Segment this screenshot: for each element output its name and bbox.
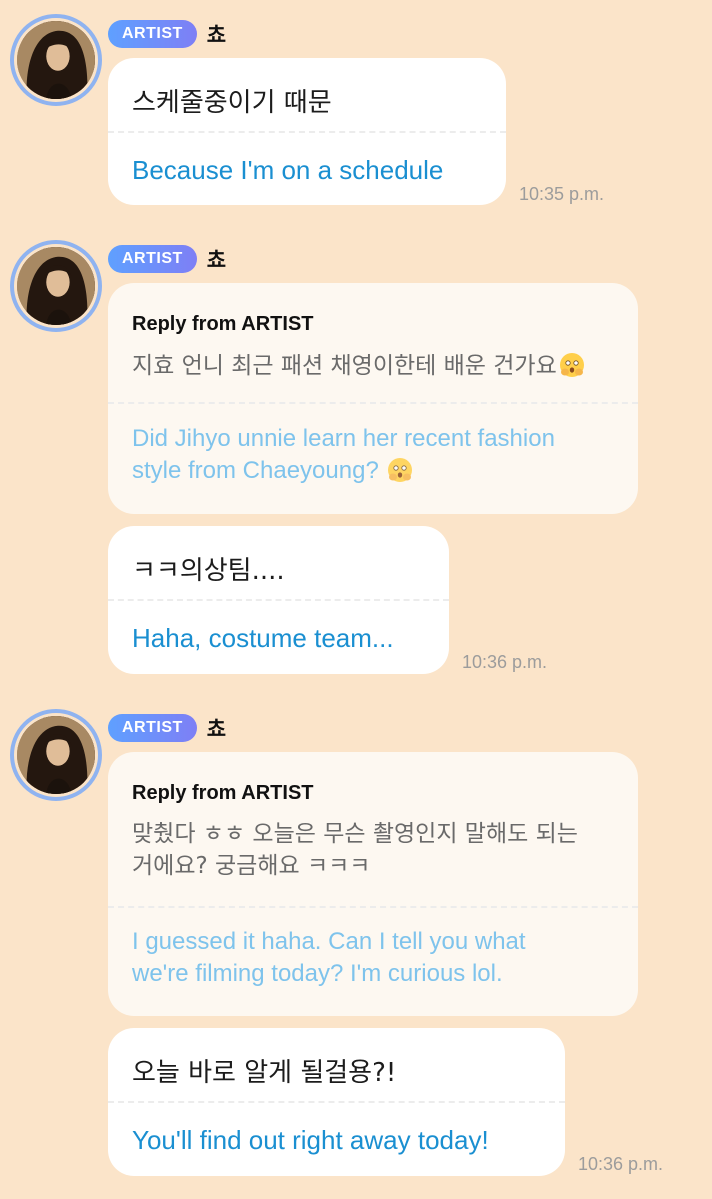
message-timestamp: 10:36 p.m.: [462, 652, 548, 672]
sender-name: 쵸: [206, 717, 227, 741]
message-bubble[interactable]: 오늘 바로 알게 될걸용?! You'll find out right awa…: [108, 1028, 565, 1176]
artist-badge: ARTIST: [108, 20, 197, 48]
message-translation-text: Because I'm on a schedule: [132, 155, 444, 185]
message-translation-text: You'll find out right away today!: [132, 1125, 489, 1155]
reply-translation-line: style from Chaeyoung?: [132, 455, 555, 487]
translation-divider: [108, 906, 638, 908]
message-bubble[interactable]: 스케줄중이기 때문 Because I'm on a schedule: [108, 58, 506, 205]
message-original-text: ㅋㅋ의상팀....: [132, 556, 285, 586]
reply-translation-line: I guessed it haha. Can I tell you what: [132, 928, 526, 955]
translation-divider: [108, 131, 506, 133]
portrait-image: [17, 716, 95, 794]
reply-original-line: 맞췄다 ㅎㅎ 오늘은 무슨 촬영인지 말해도 되는: [132, 821, 578, 847]
message-timestamp: 10:36 p.m.: [578, 1154, 664, 1174]
portrait-image: [17, 247, 95, 325]
reply-translation-line: Did Jihyo unnie learn her recent fashion: [132, 425, 555, 452]
translation-divider: [108, 1101, 565, 1103]
reply-original-text: 지효 언니 최근 패션 채영이한테 배운 건가요: [132, 350, 585, 382]
reply-translation-line-text: style from Chaeyoung?: [132, 457, 379, 484]
flushed-face-hands-icon: [559, 353, 584, 377]
chat-thread: ARTIST 쵸 스케줄중이기 때문 Because I'm on a sche…: [0, 0, 712, 1199]
reply-quote-bubble[interactable]: Reply from ARTIST 지효 언니 최근 패션 채영이한테 배운 건…: [108, 283, 638, 514]
reply-translation-line: we're filming today? I'm curious lol.: [132, 960, 503, 987]
artist-badge: ARTIST: [108, 714, 197, 742]
reply-translation-text: I guessed it haha. Can I tell you what w…: [132, 926, 526, 990]
portrait-image: [17, 21, 95, 99]
reply-translation-text: Did Jihyo unnie learn her recent fashion…: [132, 423, 555, 487]
message-translation-text: Haha, costume team...: [132, 623, 394, 653]
flushed-face-hands-icon: [388, 458, 413, 482]
artist-badge: ARTIST: [108, 245, 197, 273]
artist-avatar[interactable]: [10, 240, 102, 332]
artist-avatar[interactable]: [10, 709, 102, 801]
artist-avatar[interactable]: [10, 14, 102, 106]
artist-photo: [17, 21, 95, 99]
translation-divider: [108, 599, 449, 601]
sender-row: ARTIST 쵸: [108, 19, 226, 49]
reply-quote-bubble[interactable]: Reply from ARTIST 맞췄다 ㅎㅎ 오늘은 무슨 촬영인지 말해도…: [108, 752, 638, 1016]
reply-title: Reply from ARTIST: [132, 313, 314, 335]
sender-name: 쵸: [206, 23, 227, 47]
sender-row: ARTIST 쵸: [108, 713, 226, 743]
reply-original-line: 지효 언니 최근 패션 채영이한테 배운 건가요: [132, 353, 557, 379]
message-bubble[interactable]: ㅋㅋ의상팀.... Haha, costume team...: [108, 526, 449, 674]
message-original-text: 오늘 바로 알게 될걸용?!: [132, 1058, 397, 1088]
reply-original-line: 거에요? 궁금해요 ㅋㅋㅋ: [132, 853, 371, 879]
reply-title: Reply from ARTIST: [132, 782, 314, 804]
sender-name: 쵸: [206, 248, 227, 272]
translation-divider: [108, 402, 638, 404]
message-timestamp: 10:35 p.m.: [519, 184, 605, 204]
artist-photo: [17, 716, 95, 794]
message-original-text: 스케줄중이기 때문: [132, 88, 332, 118]
artist-photo: [17, 247, 95, 325]
sender-row: ARTIST 쵸: [108, 244, 226, 274]
reply-original-text: 맞췄다 ㅎㅎ 오늘은 무슨 촬영인지 말해도 되는 거에요? 궁금해요 ㅋㅋㅋ: [132, 818, 578, 882]
